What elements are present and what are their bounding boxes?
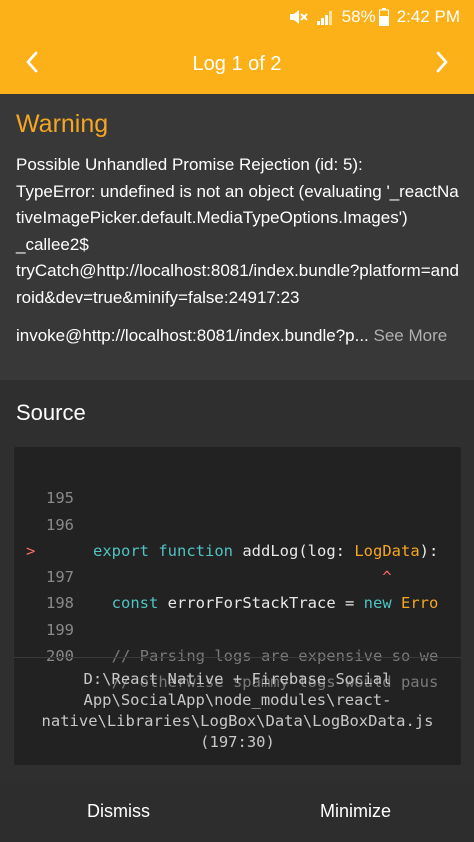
- divider: [14, 657, 461, 658]
- chevron-right-icon: [435, 51, 449, 78]
- status-bar: 58% 2:42 PM: [0, 0, 474, 34]
- source-section: Source 195 196 export function addLog(lo…: [0, 380, 474, 780]
- battery-percent: 58%: [341, 7, 376, 26]
- source-file-path[interactable]: D:\React Native + Firebase Social App\So…: [14, 669, 461, 753]
- code-line: 196 export function addLog(log: LogData)…: [14, 485, 461, 560]
- minimize-button[interactable]: Minimize: [237, 780, 474, 842]
- log-header: Log 1 of 2: [0, 34, 474, 94]
- truncated-stack-line: invoke@http://localhost:8081/index.bundl…: [16, 326, 369, 345]
- footer-actions: Dismiss Minimize: [0, 780, 474, 842]
- code-frame[interactable]: 195 196 export function addLog(log: LogD…: [14, 447, 461, 765]
- log-counter-title: Log 1 of 2: [192, 52, 282, 75]
- source-title: Source: [16, 400, 86, 425]
- battery-icon: [378, 8, 389, 26]
- log-level-heading: Warning: [16, 110, 109, 138]
- chevron-left-icon: [25, 51, 39, 78]
- code-line: 198: [14, 564, 461, 612]
- signal-icon: [316, 9, 334, 25]
- see-more-link[interactable]: See More: [374, 326, 448, 345]
- code-line: 200 // otherwise spammy logs would paus: [14, 617, 461, 691]
- file-path-line: App\SocialApp\node_modules\react-: [83, 691, 392, 709]
- code-line-highlighted: > 197 const errorForStackTrace = new Err…: [14, 512, 461, 613]
- file-path-line: (197:30): [200, 733, 275, 751]
- log-message-text: Possible Unhandled Promise Rejection (id…: [16, 155, 460, 307]
- clock: 2:42 PM: [396, 7, 460, 26]
- log-message: Warning Possible Unhandled Promise Rejec…: [0, 94, 474, 380]
- code-lines: 195 196 export function addLog(log: LogD…: [14, 459, 461, 691]
- file-path-line: D:\React Native + Firebase Social: [83, 670, 392, 688]
- next-log-button[interactable]: [410, 34, 474, 94]
- code-line: 199 // Parsing logs are expensive so we: [14, 590, 461, 665]
- file-path-line: native\Libraries\LogBox\Data\LogBoxData.…: [41, 712, 434, 730]
- code-line: 195: [14, 459, 461, 507]
- log-message-truncated-line: invoke@http://localhost:8081/index.bundl…: [16, 326, 447, 346]
- previous-log-button[interactable]: [0, 34, 64, 94]
- dismiss-button[interactable]: Dismiss: [0, 780, 237, 842]
- mute-icon: [288, 9, 308, 25]
- code-line: ^: [14, 538, 461, 586]
